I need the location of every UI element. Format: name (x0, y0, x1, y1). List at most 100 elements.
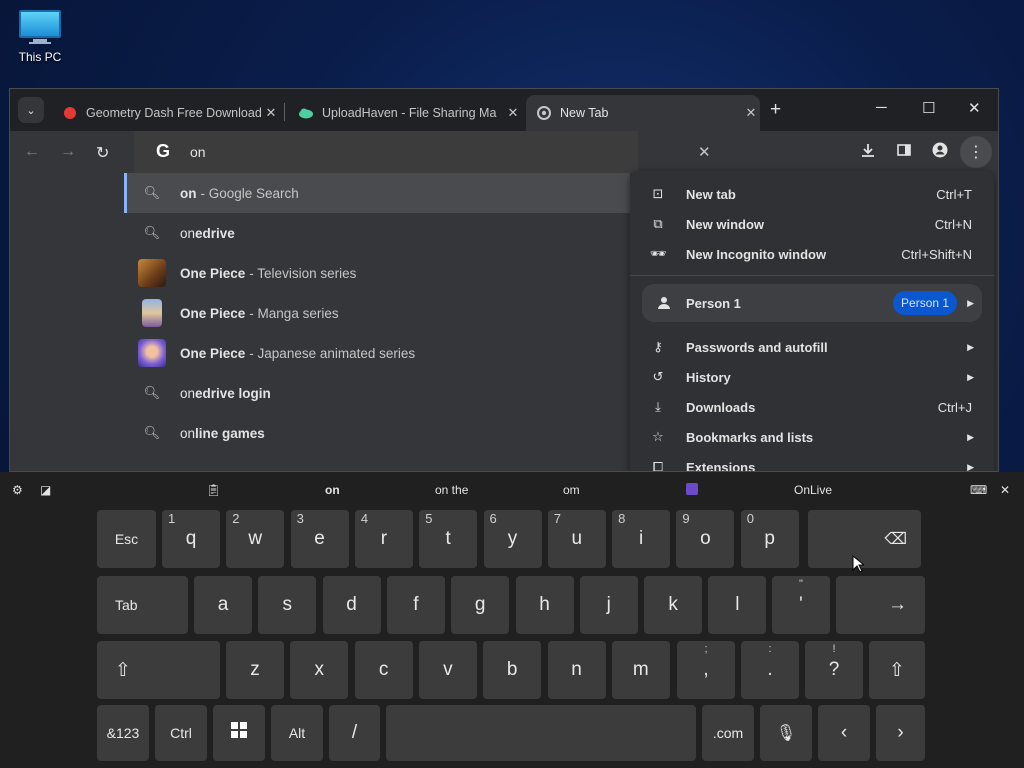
menu-item-history[interactable]: ↺ History ▶ (630, 362, 994, 392)
key-k[interactable]: k (644, 576, 703, 634)
menu-item-new-tab[interactable]: ⊡ New tab Ctrl+T (630, 179, 994, 209)
key-b[interactable]: b (483, 641, 542, 699)
suggestion-row[interactable]: 🔍︎ on - Google Search (124, 173, 630, 213)
key-shift-left[interactable]: ⇧ (97, 641, 220, 699)
key-v[interactable]: v (418, 641, 477, 699)
key-w[interactable]: 2w (226, 510, 285, 568)
key-j[interactable]: j (579, 576, 638, 634)
menu-item-new-incognito[interactable]: 🕶︎ New Incognito window Ctrl+Shift+N (630, 239, 994, 269)
search-icon: 🔍︎ (143, 225, 161, 240)
new-tab-plus-icon[interactable]: + (770, 99, 781, 121)
menu-item-profile[interactable]: Person 1 Person 1 ▶ (642, 284, 982, 322)
minimize-icon[interactable]: ─ (876, 99, 887, 116)
clipboard-icon[interactable]: 📋︎ (206, 483, 221, 497)
key-t[interactable]: 5t (419, 510, 478, 568)
key-d[interactable]: d (322, 576, 381, 634)
key-p[interactable]: 0p (740, 510, 799, 568)
chevron-right-icon: ▶ (967, 341, 974, 352)
candidate-word[interactable]: on (325, 483, 340, 497)
key-g[interactable]: g (451, 576, 510, 634)
omnibox-input[interactable]: on (190, 144, 206, 160)
key-space[interactable] (386, 705, 696, 761)
menu-item-passwords[interactable]: ⚷ Passwords and autofill ▶ (630, 332, 994, 362)
suggestion-row[interactable]: 🔍︎ on line games (124, 413, 630, 453)
key-u[interactable]: 7u (547, 510, 606, 568)
tab-search-button[interactable]: ⌄ (18, 97, 44, 123)
key-backspace[interactable]: ⌫ (808, 510, 921, 568)
key-period[interactable]: : . (741, 641, 799, 699)
key-h[interactable]: h (515, 576, 574, 634)
key-apostrophe[interactable]: " ' (772, 576, 830, 634)
suggestion-row[interactable]: 🔍︎ on edrive (124, 213, 630, 253)
key-f[interactable]: f (386, 576, 445, 634)
key-y[interactable]: 6y (483, 510, 542, 568)
key-arrow-right[interactable]: › (876, 705, 925, 761)
tab-new-tab[interactable]: New Tab ✕ (526, 95, 760, 131)
sticker-icon[interactable]: ◪ (40, 483, 51, 497)
key-i[interactable]: 8i (612, 510, 671, 568)
key-windows[interactable] (213, 705, 265, 761)
clear-input-icon[interactable]: ✕ (698, 143, 711, 161)
tab-close-icon[interactable]: ✕ (504, 105, 522, 121)
cloud-favicon-icon (298, 105, 314, 121)
browser-window: ⌄ Geometry Dash Free Download ✕ UploadHa… (9, 88, 999, 472)
key-a[interactable]: a (194, 576, 252, 634)
suggestion-row[interactable]: One Piece - Japanese animated series (124, 333, 630, 373)
close-window-icon[interactable]: ✕ (968, 99, 981, 117)
menu-item-new-window[interactable]: ⧉ New window Ctrl+N (630, 209, 994, 239)
key-z[interactable]: z (226, 641, 284, 699)
key-o[interactable]: 9o (676, 510, 735, 568)
key-r[interactable]: 4r (354, 510, 413, 568)
chevron-right-icon: ▶ (967, 297, 974, 308)
side-panel-icon[interactable] (896, 142, 912, 163)
key-s[interactable]: s (258, 576, 317, 634)
tab-close-icon[interactable]: ✕ (742, 105, 760, 121)
settings-gear-icon[interactable]: ⚙ (12, 483, 23, 497)
back-arrow-icon[interactable]: ← (24, 143, 40, 161)
keyboard-layout-icon[interactable]: ⌨ (970, 483, 987, 497)
key-ctrl[interactable]: Ctrl (155, 705, 207, 761)
tab-uploadhaven[interactable]: UploadHaven - File Sharing Ma ✕ (292, 95, 522, 131)
key-microphone[interactable]: 🎙︎ (760, 705, 812, 761)
profile-icon[interactable] (932, 142, 948, 163)
omnibox[interactable]: G on (134, 131, 638, 173)
key-n[interactable]: n (547, 641, 606, 699)
search-icon: 🔍︎ (143, 425, 161, 440)
close-keyboard-icon[interactable]: ✕ (1000, 483, 1010, 497)
forward-arrow-icon[interactable]: → (60, 143, 76, 161)
key-enter[interactable]: → (836, 576, 925, 634)
key-m[interactable]: m (611, 641, 670, 699)
this-pc-desktop-icon[interactable]: This PC (14, 10, 66, 64)
maximize-icon[interactable]: ☐ (922, 99, 935, 117)
suggestion-row[interactable]: One Piece - Manga series (124, 293, 630, 333)
key-comma[interactable]: ; , (677, 641, 735, 699)
key-question[interactable]: ! ? (805, 641, 863, 699)
key-tab[interactable]: Tab (97, 576, 188, 634)
tab-close-icon[interactable]: ✕ (262, 105, 280, 121)
reload-icon[interactable]: ↻ (96, 143, 109, 163)
candidate-word[interactable]: on the (435, 483, 468, 497)
tab-geometry-dash[interactable]: Geometry Dash Free Download ✕ (54, 95, 280, 131)
menu-item-bookmarks[interactable]: ☆ Bookmarks and lists ▶ (630, 422, 994, 452)
key-dotcom[interactable]: .com (702, 705, 754, 761)
download-icon[interactable] (860, 142, 876, 163)
key-esc[interactable]: Esc (97, 510, 156, 568)
key-q[interactable]: 1q (162, 510, 220, 568)
desktop-icon-label: This PC (18, 50, 62, 64)
key-l[interactable]: l (708, 576, 767, 634)
key-e[interactable]: 3e (290, 510, 349, 568)
key-symbols[interactable]: &123 (97, 705, 149, 761)
suggestion-row[interactable]: 🔍︎ on edrive login (124, 373, 630, 413)
key-shift-right[interactable]: ⇧ (869, 641, 925, 699)
suggestion-row[interactable]: One Piece - Television series (124, 253, 630, 293)
key-c[interactable]: c (354, 641, 413, 699)
menu-item-extensions[interactable]: ⧠ Extensions ▶ (630, 452, 994, 471)
key-arrow-left[interactable]: ‹ (818, 705, 870, 761)
key-slash[interactable]: / (329, 705, 380, 761)
key-x[interactable]: x (290, 641, 349, 699)
more-menu-icon[interactable]: ⋮ (960, 136, 992, 168)
candidate-word[interactable]: OnLive (794, 483, 832, 497)
key-alt[interactable]: Alt (271, 705, 323, 761)
candidate-word[interactable]: om (563, 483, 580, 497)
menu-item-downloads[interactable]: ⤓ Downloads Ctrl+J (630, 392, 994, 422)
